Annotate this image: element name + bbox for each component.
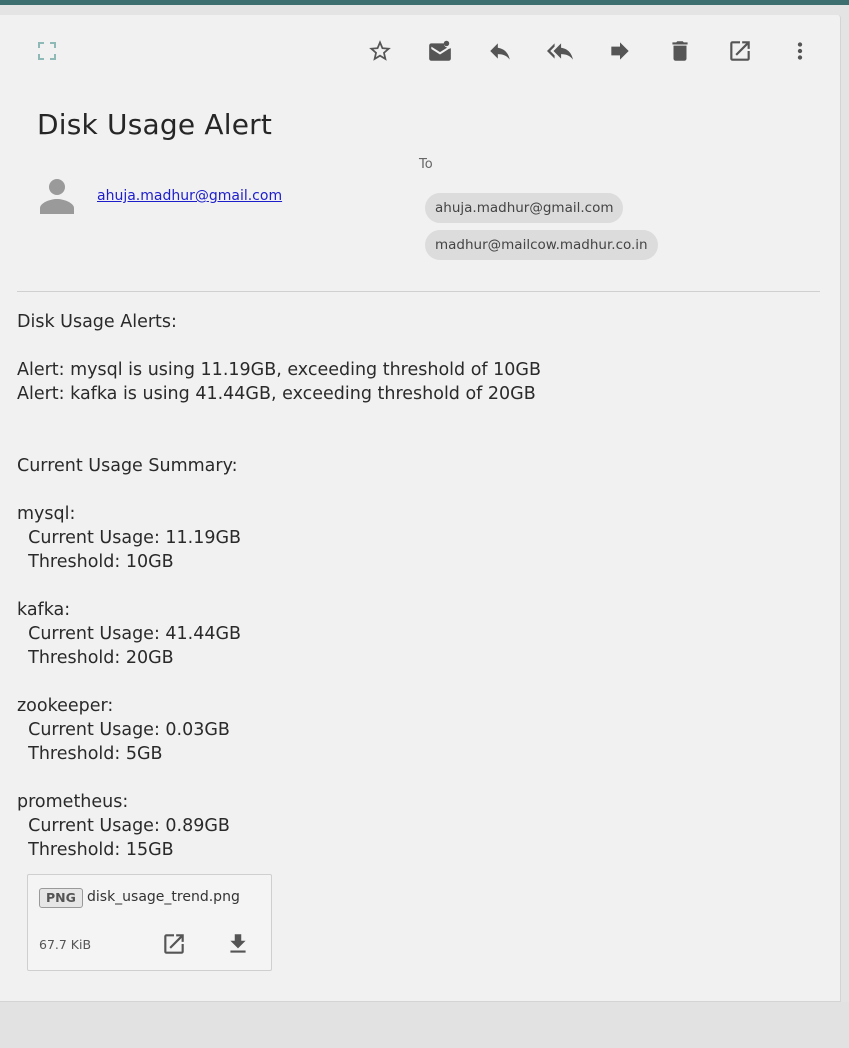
forward-icon	[611, 42, 629, 60]
more-options-button[interactable]	[782, 33, 818, 69]
app-top-bar	[0, 0, 849, 5]
mark-unread-button[interactable]	[422, 33, 458, 69]
attachment-open-button[interactable]	[161, 931, 187, 957]
star-icon	[369, 40, 391, 61]
attachment-name: disk_usage_trend.png	[87, 889, 240, 905]
reply-button[interactable]	[482, 33, 518, 69]
forward-button[interactable]	[602, 33, 638, 69]
recipient-chip[interactable]: madhur@mailcow.madhur.co.in	[425, 230, 658, 260]
person-icon	[40, 179, 74, 214]
attachment-type-badge: PNG	[39, 888, 83, 908]
reply-all-icon	[547, 43, 573, 60]
open-in-new-button[interactable]	[722, 33, 758, 69]
background-strip	[0, 1002, 849, 1048]
message-subject: Disk Usage Alert	[37, 108, 273, 141]
to-label: To	[419, 157, 433, 172]
avatar	[38, 176, 76, 216]
mark-unread-icon	[429, 40, 451, 61]
trash-icon	[672, 41, 688, 61]
attachment-card: PNG disk_usage_trend.png 67.7 KiB	[27, 874, 272, 971]
attachment-download-button[interactable]	[225, 931, 251, 957]
sender: ahuja.madhur@gmail.com	[38, 176, 282, 216]
header-divider	[17, 291, 820, 292]
message-toolbar	[0, 33, 841, 69]
recipient-chip[interactable]: ahuja.madhur@gmail.com	[425, 193, 624, 223]
download-icon	[230, 934, 246, 953]
more-vert-icon	[797, 42, 803, 60]
open-in-new-icon	[164, 934, 184, 954]
open-in-new-icon	[730, 41, 750, 61]
star-button[interactable]	[362, 33, 398, 69]
reply-all-button[interactable]	[542, 33, 578, 69]
delete-button[interactable]	[662, 33, 698, 69]
attachment-size: 67.7 KiB	[39, 937, 92, 952]
sender-email-link[interactable]: ahuja.madhur@gmail.com	[97, 188, 282, 204]
reply-icon	[490, 43, 510, 60]
message-body: Disk Usage Alerts: Alert: mysql is using…	[17, 312, 541, 860]
